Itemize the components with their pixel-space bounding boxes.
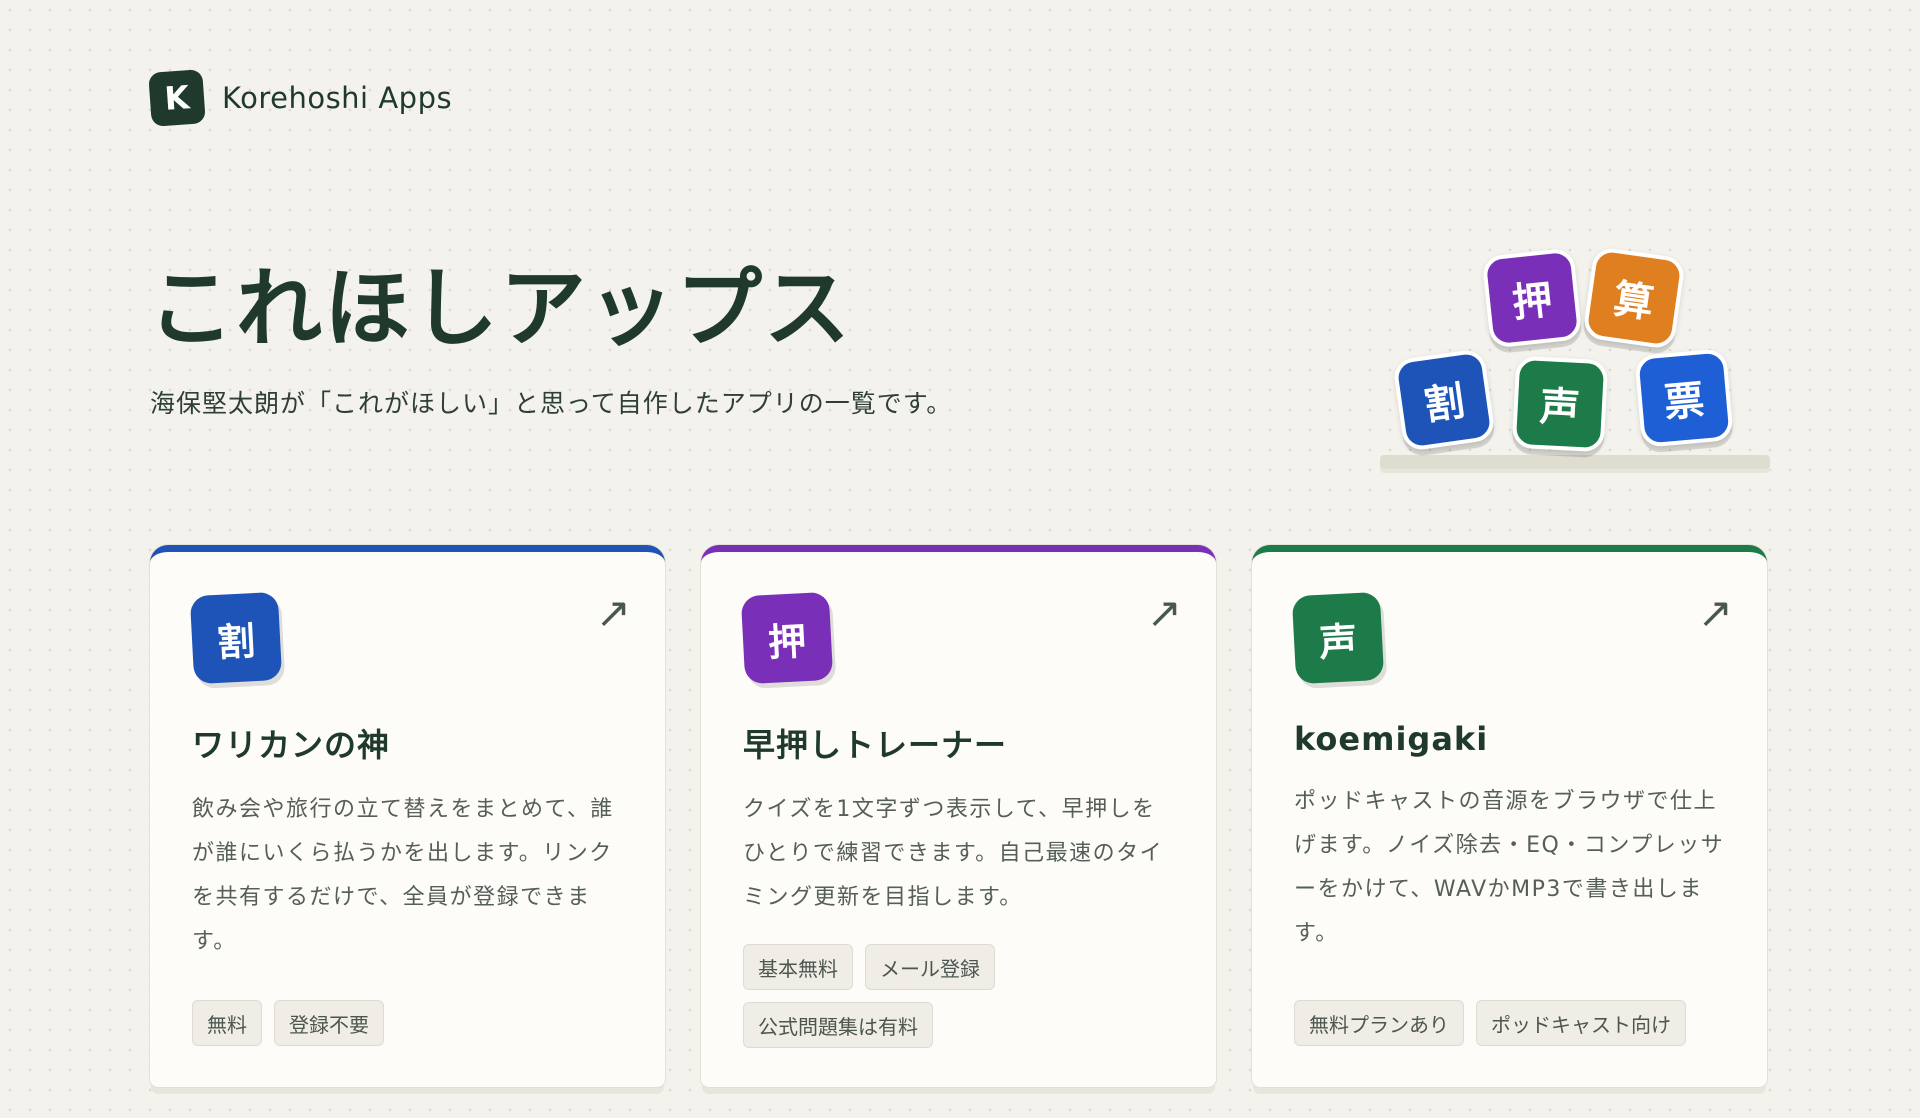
- external-link-arrow-icon: ↗: [595, 588, 631, 637]
- app-icon-hayaoshi: 押: [740, 591, 834, 685]
- tag: 無料プランあり: [1294, 1000, 1464, 1046]
- stack-tile-split: 割: [1392, 348, 1496, 452]
- tile-shelf: [1380, 455, 1770, 469]
- brand-link[interactable]: K Korehoshi Apps: [148, 69, 453, 127]
- app-card-koemigaki[interactable]: ↗ 声 koemigaki ポッドキャストの音源をブラウザで仕上げます。ノイズ除…: [1252, 545, 1767, 1087]
- tag: ポッドキャスト向け: [1476, 1000, 1686, 1046]
- brand-name: Korehoshi Apps: [222, 81, 453, 115]
- app-card-warikan[interactable]: ↗ 割 ワリカンの神 飲み会や旅行の立て替えをまとめて、誰が誰にいくら払うかを出…: [150, 545, 665, 1087]
- stack-tile-voice: 声: [1511, 355, 1609, 453]
- stack-tile-calc: 算: [1582, 246, 1686, 350]
- app-tags: 無料 登録不要: [192, 1000, 623, 1046]
- app-description: ポッドキャストの音源をブラウザで仕上げます。ノイズ除去・EQ・コンプレッサーをか…: [1294, 789, 1725, 946]
- tag: 基本無料: [743, 944, 853, 990]
- app-title: ワリカンの神: [192, 726, 391, 764]
- app-tags: 基本無料 メール登録 公式問題集は有料: [743, 944, 1174, 1048]
- tag: 登録不要: [274, 1000, 384, 1046]
- app-icon-koemigaki: 声: [1291, 591, 1385, 685]
- brand-logo-icon: K: [148, 69, 206, 127]
- page-subtitle: 海保堅太朗が「これがほしい」と思って自作したアプリの一覧です。: [150, 389, 953, 418]
- app-tags: 無料プランあり ポッドキャスト向け: [1294, 1000, 1725, 1046]
- stack-tile-push: 押: [1481, 247, 1583, 349]
- app-title: koemigaki: [1294, 720, 1489, 758]
- app-card-hayaoshi[interactable]: ↗ 押 早押しトレーナー クイズを1文字ずつ表示して、早押しをひとりで練習できま…: [701, 545, 1216, 1087]
- stack-tile-vote: 票: [1634, 348, 1734, 448]
- external-link-arrow-icon: ↗: [1697, 588, 1733, 637]
- app-title: 早押しトレーナー: [743, 726, 1008, 764]
- app-icon-warikan: 割: [189, 591, 283, 685]
- tag: 無料: [192, 1000, 262, 1046]
- page-title: これほしアップス: [148, 259, 852, 359]
- app-tile-stack-illustration: 押 算 割 声 票: [1370, 240, 1770, 480]
- tag: 公式問題集は有料: [743, 1002, 933, 1048]
- app-description: クイズを1文字ずつ表示して、早押しをひとりで練習できます。自己最速のタイミング更…: [743, 797, 1164, 910]
- app-description: 飲み会や旅行の立て替えをまとめて、誰が誰にいくら払うかを出します。リンクを共有す…: [192, 797, 614, 954]
- tag: メール登録: [865, 944, 995, 990]
- app-card-list: ↗ 割 ワリカンの神 飲み会や旅行の立て替えをまとめて、誰が誰にいくら払うかを出…: [150, 545, 1767, 1087]
- external-link-arrow-icon: ↗: [1146, 588, 1182, 637]
